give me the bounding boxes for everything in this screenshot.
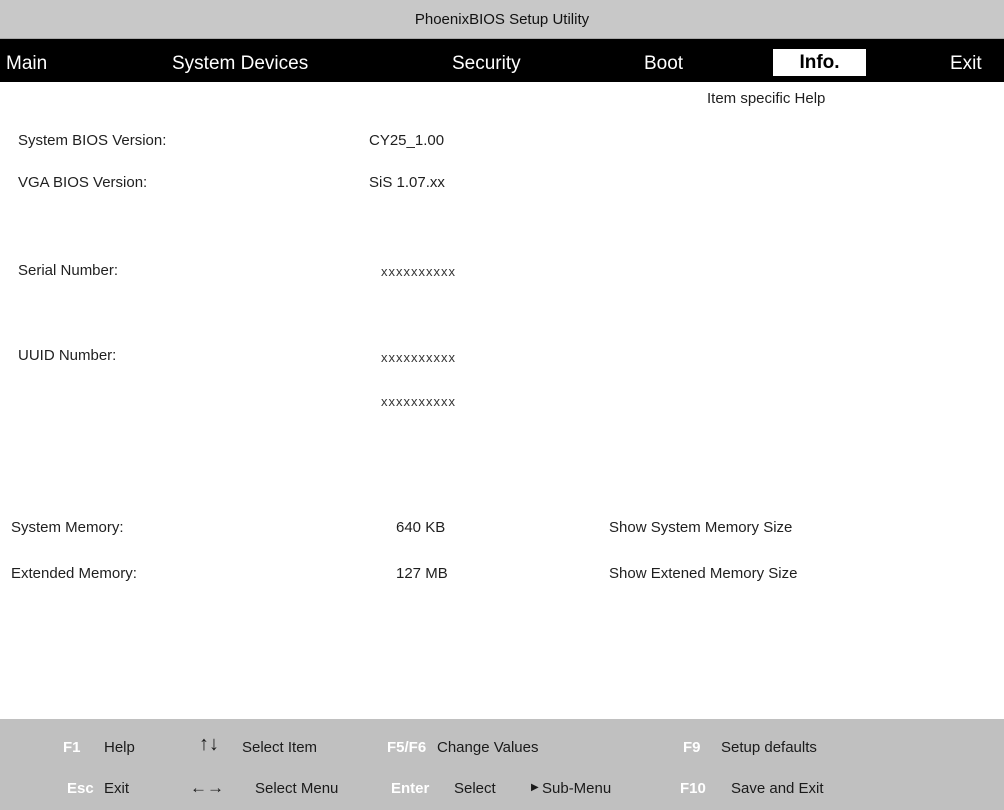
select-item-label: Select Item xyxy=(242,739,318,756)
f5-f6-key: F5/F6 xyxy=(387,739,427,756)
menu-item-boot[interactable]: Boot xyxy=(644,39,683,82)
setup-defaults-label: Setup defaults xyxy=(721,739,817,756)
menu-bar: Main System Devices Security Boot Info. … xyxy=(0,39,1004,82)
f1-help-label: Help xyxy=(104,739,135,756)
extended-memory-value: 127 MB xyxy=(396,565,448,582)
help-panel-title: Item specific Help xyxy=(707,90,826,107)
left-right-arrows-icon: ←→ xyxy=(190,778,224,797)
menu-item-system-devices[interactable]: System Devices xyxy=(172,39,308,82)
select-menu-label: Select Menu xyxy=(255,780,339,797)
menu-item-main[interactable]: Main xyxy=(6,39,47,82)
esc-key: Esc xyxy=(67,780,94,797)
menu-item-security[interactable]: Security xyxy=(452,39,521,82)
extended-memory-help: Show Extened Memory Size xyxy=(609,565,798,582)
enter-key: Enter xyxy=(391,780,430,797)
uuid-number-value-line2: xxxxxxxxxx xyxy=(381,394,456,409)
serial-number-label: Serial Number: xyxy=(18,262,119,279)
save-and-exit-label: Save and Exit xyxy=(731,780,824,797)
esc-exit-label: Exit xyxy=(104,780,130,797)
extended-memory-label[interactable]: Extended Memory: xyxy=(11,565,137,582)
window-title-bar: PhoenixBIOS Setup Utility xyxy=(0,0,1004,39)
sub-menu-label: Sub-Menu xyxy=(542,780,612,797)
info-page: Item specific Help System BIOS Version: … xyxy=(0,82,1004,719)
window-title: PhoenixBIOS Setup Utility xyxy=(414,10,590,28)
change-values-label: Change Values xyxy=(437,739,539,756)
menu-item-info[interactable]: Info. xyxy=(773,49,866,76)
select-label: Select xyxy=(454,780,496,797)
uuid-number-value-line1: xxxxxxxxxx xyxy=(381,350,456,365)
f1-key: F1 xyxy=(63,739,81,756)
menu-item-exit[interactable]: Exit xyxy=(950,39,982,82)
f9-key: F9 xyxy=(683,739,701,756)
submenu-arrow-icon: ▶ xyxy=(531,782,539,793)
vga-bios-version-label: VGA BIOS Version: xyxy=(18,174,148,191)
up-down-arrows-icon: ↑↓ xyxy=(199,733,219,755)
vga-bios-version-value: SiS 1.07.xx xyxy=(369,174,445,191)
system-bios-version-value: CY25_1.00 xyxy=(369,132,445,149)
f10-key: F10 xyxy=(680,780,706,797)
key-help-footer: F1 Help ↑↓ Select Item F5/F6 Change Valu… xyxy=(0,719,1004,810)
uuid-number-label: UUID Number: xyxy=(18,347,117,364)
system-memory-label[interactable]: System Memory: xyxy=(11,519,124,536)
serial-number-value: xxxxxxxxxx xyxy=(381,264,456,279)
system-bios-version-label: System BIOS Version: xyxy=(18,132,167,149)
system-memory-value: 640 KB xyxy=(396,519,446,536)
system-memory-help: Show System Memory Size xyxy=(609,519,793,536)
